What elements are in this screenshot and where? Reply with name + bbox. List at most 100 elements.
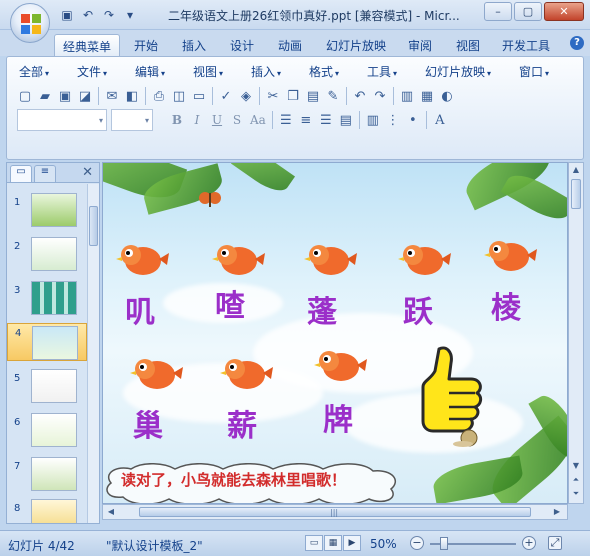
scroll-up-icon[interactable]: ▲	[570, 163, 582, 177]
tab-review[interactable]: 审阅	[400, 34, 440, 56]
menu-edit[interactable]: 编辑 ▾	[135, 63, 165, 80]
panel-scrollbar[interactable]	[87, 184, 99, 523]
justify-icon[interactable]: ▤	[336, 110, 356, 130]
numbering-icon[interactable]: ⋮	[383, 110, 403, 130]
menu-slideshow[interactable]: 幻灯片放映 ▾	[425, 63, 491, 80]
slide-thumbnail[interactable]: 3	[7, 281, 87, 321]
font-color-icon[interactable]: A	[430, 110, 450, 130]
zoom-out-icon[interactable]: −	[410, 536, 424, 550]
zoom-level: 50%	[370, 537, 397, 551]
align-center-icon[interactable]: ≡	[296, 110, 316, 130]
menu-format[interactable]: 格式 ▾	[309, 63, 339, 80]
panel-scroll-thumb[interactable]	[89, 206, 98, 246]
slide-thumbnail[interactable]: 1	[7, 193, 87, 233]
align-right-icon[interactable]: ☰	[316, 110, 336, 130]
slide-horizontal-scrollbar[interactable]: ◀ ||| ▶	[102, 504, 568, 520]
print-icon[interactable]: ⎙	[149, 86, 169, 106]
scroll-down-icon[interactable]: ▼	[570, 459, 582, 473]
spelling-icon[interactable]: ✓	[216, 86, 236, 106]
paste-icon[interactable]: ▤	[303, 86, 323, 106]
format-painter-icon[interactable]: ✎	[323, 86, 343, 106]
font-name-combo[interactable]: ▾	[17, 109, 107, 131]
bullets-icon[interactable]: •	[403, 110, 423, 130]
help-icon[interactable]: ?	[570, 36, 584, 50]
save-icon[interactable]: ▣	[55, 86, 75, 106]
underline-button[interactable]: U	[207, 110, 227, 130]
slide-sorter-button[interactable]: ▦	[324, 535, 342, 551]
slideshow-button[interactable]: ▶	[343, 535, 361, 551]
email-icon[interactable]: ✉	[102, 86, 122, 106]
tab-insert[interactable]: 插入	[174, 34, 214, 56]
permission-icon[interactable]: ◪	[75, 86, 95, 106]
tab-classic-menu[interactable]: 经典菜单	[54, 34, 121, 56]
office-button[interactable]	[10, 3, 50, 43]
tab-slideshow[interactable]: 幻灯片放映	[318, 34, 394, 56]
copy-icon[interactable]: ❐	[283, 86, 303, 106]
tab-home[interactable]: 开始	[126, 34, 166, 56]
maximize-button[interactable]: ▢	[514, 2, 542, 21]
ribbon-tabs: 经典菜单 开始 插入 设计 动画 幻灯片放映 审阅 视图 开发工具	[0, 30, 590, 56]
save-icon[interactable]: ▣	[58, 6, 76, 24]
color-grayscale-icon[interactable]: ◐	[437, 86, 457, 106]
undo-icon[interactable]: ↶	[350, 86, 370, 106]
font-size-combo[interactable]: ▾	[111, 109, 153, 131]
tab-animation[interactable]: 动画	[270, 34, 310, 56]
italic-button[interactable]: I	[187, 110, 207, 130]
menu-insert[interactable]: 插入 ▾	[251, 63, 281, 80]
slide-thumbnail-selected[interactable]: 4	[7, 323, 87, 361]
menu-tools[interactable]: 工具 ▾	[367, 63, 397, 80]
bird-icon	[304, 245, 357, 275]
columns-icon[interactable]: ▥	[363, 110, 383, 130]
slide-thumbnail[interactable]: 5	[7, 369, 87, 409]
character-label: 喳	[215, 289, 245, 324]
bold-button[interactable]: B	[167, 110, 187, 130]
outline-tab[interactable]: ≡	[34, 165, 56, 182]
next-slide-icon[interactable]: ⏷	[570, 487, 582, 501]
redo-icon[interactable]: ↷	[370, 86, 390, 106]
new-file-icon[interactable]: ▢	[15, 86, 35, 106]
scroll-right-icon[interactable]: ▶	[551, 505, 563, 519]
shadow-button[interactable]: S	[227, 110, 247, 130]
align-left-icon[interactable]: ☰	[276, 110, 296, 130]
slides-tab[interactable]: ▭	[10, 165, 32, 182]
cut-icon[interactable]: ✂	[263, 86, 283, 106]
slide-thumbnail[interactable]: 6	[7, 413, 87, 453]
horizontal-scroll-thumb[interactable]: |||	[139, 507, 531, 517]
character-label: 棱	[491, 291, 521, 326]
change-case-button[interactable]: Aa	[247, 110, 269, 130]
zoom-slider-knob[interactable]	[440, 537, 448, 550]
pdf-icon[interactable]: ◧	[122, 86, 142, 106]
slide-thumbnail-panel: ▭ ≡ ✕ 1 2 3 4 5 6 7 8	[6, 162, 100, 524]
open-folder-icon[interactable]: ▰	[35, 86, 55, 106]
window-title: 二年级语文上册26红领巾真好.ppt [兼容模式] - Micr...	[168, 9, 460, 23]
scroll-left-icon[interactable]: ◀	[105, 505, 117, 519]
slide-thumbnail[interactable]: 2	[7, 237, 87, 277]
minimize-button[interactable]: –	[484, 2, 512, 21]
close-panel-icon[interactable]: ✕	[82, 165, 93, 180]
menu-window[interactable]: 窗口 ▾	[519, 63, 549, 80]
redo-icon[interactable]: ↷	[100, 6, 118, 24]
slide-vertical-scrollbar[interactable]: ▲ ▼ ⏶ ⏷	[568, 162, 584, 504]
tab-view[interactable]: 视图	[448, 34, 488, 56]
tab-design[interactable]: 设计	[222, 34, 262, 56]
customize-icon[interactable]: ▾	[121, 6, 139, 24]
tab-developer[interactable]: 开发工具	[494, 34, 558, 56]
close-button[interactable]: ✕	[544, 2, 584, 21]
menu-all[interactable]: 全部 ▾	[19, 63, 49, 80]
undo-icon[interactable]: ↶	[79, 6, 97, 24]
slide-thumbnail[interactable]: 7	[7, 457, 87, 497]
slide-canvas[interactable]: 叽 喳 蓬 跃 棱 巢 薪 牌 读对了，小鸟就能去森林里唱歌！	[102, 162, 568, 504]
screen-icon[interactable]: ▭	[189, 86, 209, 106]
insert-table-icon[interactable]: ▦	[417, 86, 437, 106]
menu-view[interactable]: 视图 ▾	[193, 63, 223, 80]
print-preview-icon[interactable]: ◫	[169, 86, 189, 106]
fit-to-window-icon[interactable]: ⤢	[548, 536, 562, 550]
vertical-scroll-thumb[interactable]	[571, 179, 581, 209]
research-icon[interactable]: ◈	[236, 86, 256, 106]
insert-chart-icon[interactable]: ▥	[397, 86, 417, 106]
zoom-in-icon[interactable]: +	[522, 536, 536, 550]
normal-view-button[interactable]: ▭	[305, 535, 323, 551]
menu-file[interactable]: 文件 ▾	[77, 63, 107, 80]
slide-thumbnail[interactable]: 8	[7, 499, 87, 523]
previous-slide-icon[interactable]: ⏶	[570, 473, 582, 487]
